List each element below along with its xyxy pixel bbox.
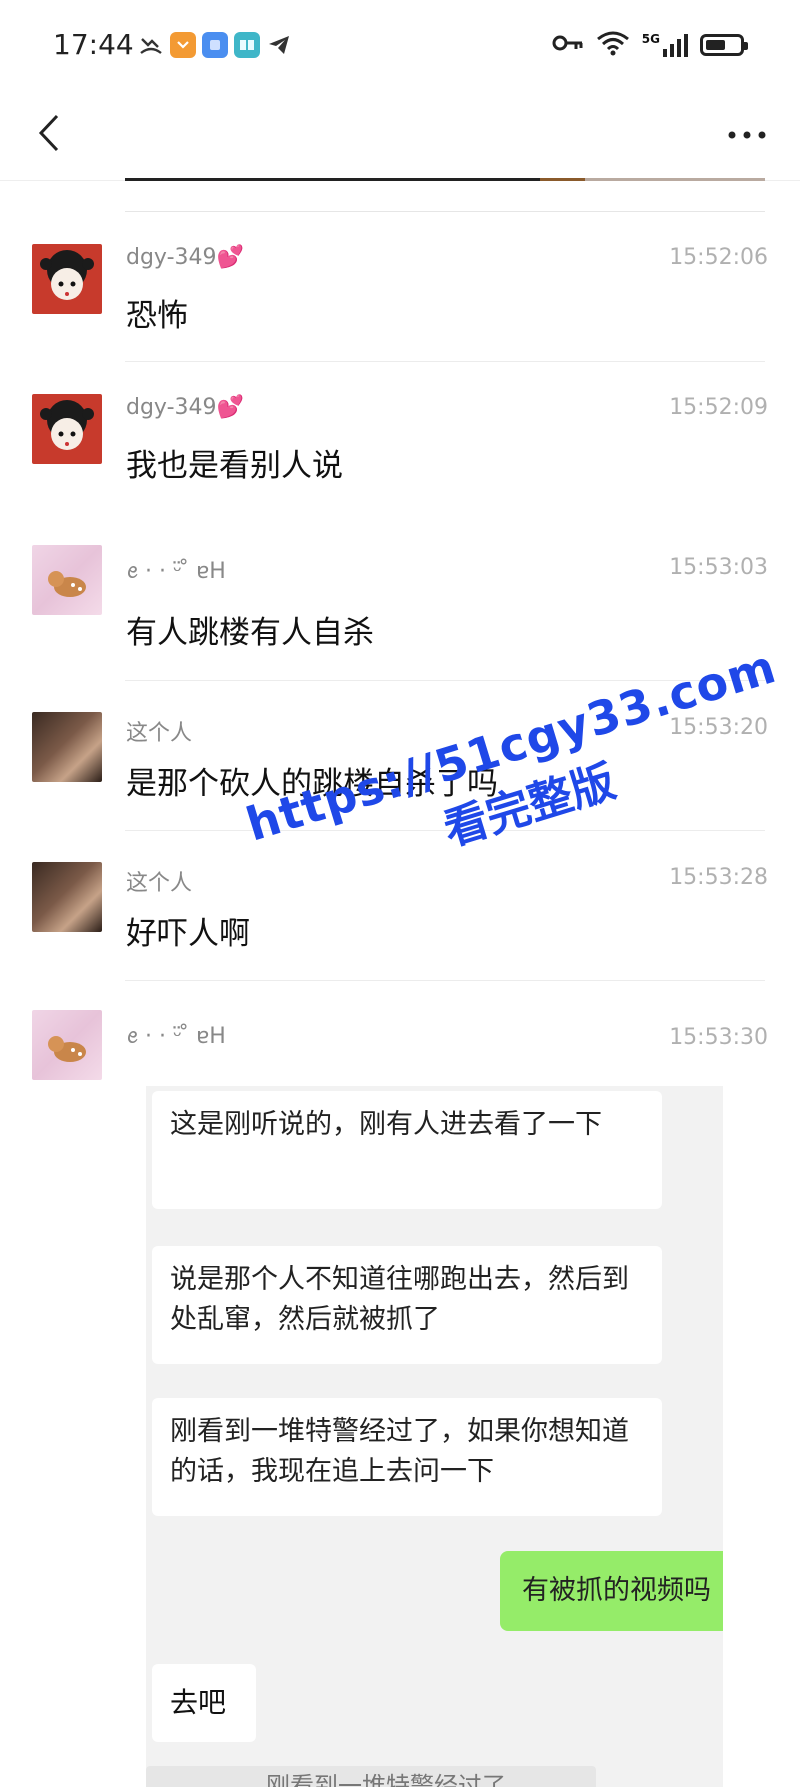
forwarded-chat-record[interactable]: 这是刚听说的，刚有人进去看了一下 说是那个人不知道往哪跑出去，然后到处乱窜，然后…: [146, 1086, 723, 1787]
divider: [125, 980, 765, 981]
message-text[interactable]: 恐怖: [126, 290, 188, 335]
sender-name: ꫀ · · ᵕ̈ ̊ ɐH: [126, 1024, 226, 1049]
chevron-left-icon: [38, 114, 59, 152]
sender-name: 这个人: [126, 871, 193, 896]
back-button[interactable]: [24, 108, 74, 158]
divider: [125, 211, 765, 212]
message-time: 15:53:28: [669, 865, 768, 890]
more-button[interactable]: [722, 110, 772, 160]
network-label: 5G: [641, 32, 660, 46]
forwarded-sent-bubble[interactable]: 有被抓的视频吗: [500, 1551, 723, 1631]
fawn-avatar[interactable]: [32, 545, 102, 615]
cartoon-girl-avatar[interactable]: [32, 244, 102, 314]
sender-name: ꫀ · · ᵕ̈ ̊ ɐH: [126, 559, 226, 584]
key-icon: [552, 33, 584, 57]
cartoon-girl-avatar[interactable]: [32, 394, 102, 464]
wifi-icon: [596, 30, 630, 60]
message-text[interactable]: 有人跳楼有人自杀: [126, 607, 374, 652]
status-bar: 17:44 5G: [0, 0, 800, 90]
forwarded-bubble[interactable]: 说是那个人不知道往哪跑出去，然后到处乱窜，然后就被抓了: [152, 1246, 662, 1364]
missed-call-icon: [138, 32, 164, 58]
message-text[interactable]: 好吓人啊: [126, 908, 250, 953]
system-icons: 5G: [552, 30, 748, 60]
top-media-bar: [125, 178, 765, 181]
more-dots-icon: [728, 131, 766, 139]
status-time: 17:44: [53, 28, 134, 61]
couple-photo-avatar[interactable]: [32, 712, 102, 782]
message-time: 15:53:30: [669, 1025, 768, 1050]
message-time: 15:52:06: [669, 245, 768, 270]
couple-photo-avatar[interactable]: [32, 862, 102, 932]
message-time: 15:52:09: [669, 395, 768, 420]
book-app-icon: [234, 32, 260, 58]
sender-name: dgy-349💕: [126, 395, 244, 420]
battery-icon: [700, 34, 748, 56]
square-app-icon: [202, 32, 228, 58]
sender-name: 这个人: [126, 721, 193, 746]
telegram-icon: [266, 32, 292, 58]
forwarded-bubble[interactable]: 去吧: [152, 1664, 256, 1742]
forwarded-bubble[interactable]: 刚看到一堆特警经过了，如果你想知道的话，我现在追上去问一下: [152, 1398, 662, 1516]
divider: [125, 361, 765, 362]
5g-signal-icon: 5G: [642, 33, 688, 57]
sender-name: dgy-349💕: [126, 245, 244, 270]
shield-app-icon: [170, 32, 196, 58]
forwarded-bubble[interactable]: 这是刚听说的，刚有人进去看了一下: [152, 1091, 662, 1209]
message-time: 15:53:03: [669, 555, 768, 580]
fawn-avatar[interactable]: [32, 1010, 102, 1080]
message-text[interactable]: 我也是看别人说: [126, 440, 343, 485]
quoted-message[interactable]: 刚看到一堆特警经过了: [146, 1766, 596, 1787]
top-navigation: [0, 90, 800, 181]
notification-icons: [138, 32, 292, 58]
